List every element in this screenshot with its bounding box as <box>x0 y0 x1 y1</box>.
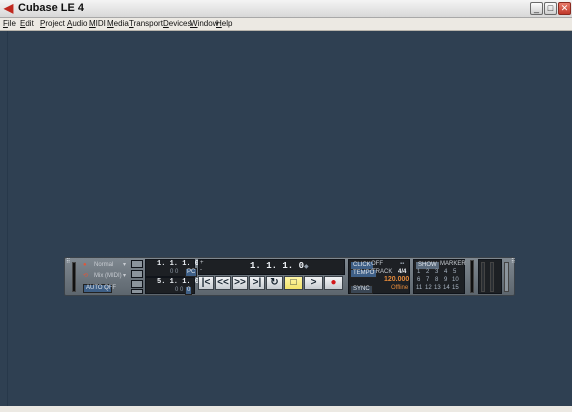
menu-help[interactable]: Help <box>216 19 232 29</box>
position-up-icon[interactable]: + <box>200 260 204 267</box>
menu-edit[interactable]: Edit <box>20 19 34 29</box>
marker-3[interactable]: 3 <box>435 269 438 276</box>
output-meter-left <box>470 260 474 293</box>
marker-4[interactable]: 4 <box>444 269 447 276</box>
menu-media[interactable]: Media <box>107 19 129 29</box>
record-mode-icon: ● <box>83 262 87 268</box>
record-button[interactable]: ● <box>324 276 343 290</box>
click-value: OFF <box>371 261 383 267</box>
click-settings-icon[interactable]: ▪▪ <box>400 261 404 268</box>
go-to-start-button[interactable]: |< <box>198 276 214 290</box>
play-button[interactable]: > <box>304 276 323 290</box>
marker-2[interactable]: 2 <box>426 269 429 276</box>
sync-status: Offline <box>391 285 409 291</box>
menu-devices[interactable]: Devices <box>163 19 191 29</box>
punch-in-button[interactable] <box>131 260 143 268</box>
fast-forward-button[interactable]: >> <box>232 276 248 290</box>
output-level-slider[interactable] <box>504 262 509 292</box>
right-locator-sub: 0 0 <box>175 287 184 293</box>
right-locator-value[interactable]: 5. 1. 1. 0 <box>157 278 199 286</box>
go-to-end-button[interactable]: >| <box>249 276 265 290</box>
window-titlebar[interactable]: ◀ Cubase LE 4 _ □ ✕ <box>0 0 572 18</box>
cycle-mode-arrow-icon: ▾ <box>123 273 127 279</box>
punch-out-button[interactable] <box>131 270 143 278</box>
position-down-icon[interactable]: - <box>200 267 202 274</box>
marker-7[interactable]: 7 <box>426 277 429 284</box>
marker-12[interactable]: 12 <box>425 285 432 292</box>
rewind-button[interactable]: << <box>215 276 231 290</box>
minimize-button[interactable]: _ <box>530 2 543 15</box>
post-roll-button[interactable]: 0 <box>185 286 193 295</box>
marker-8[interactable]: 8 <box>435 277 438 284</box>
menu-transport[interactable]: Transport <box>129 19 163 29</box>
marker-1[interactable]: 1 <box>417 269 420 276</box>
left-locator-value[interactable]: 1. 1. 1. 0 <box>157 260 199 268</box>
cycle-mode-icon: ⟲ <box>83 273 89 279</box>
menu-project[interactable]: Project <box>40 19 65 29</box>
pencil-button[interactable] <box>131 289 143 294</box>
time-format-icon[interactable]: ◆ <box>304 264 309 271</box>
menu-window[interactable]: Window <box>190 19 218 29</box>
menu-midi[interactable]: MIDI <box>89 19 106 29</box>
sync-button[interactable]: SYNC <box>350 285 373 294</box>
marker-10[interactable]: 10 <box>452 277 459 284</box>
cycle-button[interactable]: ↻ <box>266 276 283 290</box>
marker-9[interactable]: 9 <box>444 277 447 284</box>
pre-roll-button[interactable]: PC <box>185 268 198 277</box>
cycle-mode-select[interactable]: Mix (MIDI) <box>94 273 122 280</box>
cubase-app-icon: ◀ <box>4 1 14 15</box>
tempo-mode[interactable]: TRACK <box>372 269 392 276</box>
menubar: File Edit Project Audio MIDI Media Trans… <box>0 18 572 31</box>
panel-grip-icon[interactable]: ⠿ <box>66 259 70 266</box>
marker-11[interactable]: 11 <box>416 285 422 292</box>
tempo-value[interactable]: 120.000 <box>384 276 409 283</box>
input-meter <box>72 262 76 292</box>
project-workspace <box>7 31 572 407</box>
menu-file[interactable]: File <box>3 19 16 29</box>
marker-13[interactable]: 13 <box>434 285 441 292</box>
cycle-toggle-button[interactable] <box>131 280 143 288</box>
marker-6[interactable]: 6 <box>417 277 420 284</box>
status-strip <box>0 406 572 412</box>
time-signature[interactable]: 4/4 <box>398 269 406 276</box>
marker-14[interactable]: 14 <box>443 285 450 292</box>
maximize-button[interactable]: □ <box>544 2 557 15</box>
panel-end-grip-icon[interactable]: ⠿ <box>511 259 515 266</box>
left-locator-sub: 0 0 <box>170 269 179 275</box>
record-mode-select[interactable]: Normal <box>94 262 113 269</box>
position-value[interactable]: 1. 1. 1. 0 <box>250 261 304 271</box>
record-mode-arrow-icon: ▾ <box>123 262 127 268</box>
stop-button[interactable]: □ <box>284 276 303 290</box>
window-title: Cubase LE 4 <box>18 2 85 14</box>
marker-5[interactable]: 5 <box>453 269 456 276</box>
output-meter-bar-2 <box>490 262 494 292</box>
auto-quantize-value[interactable]: OFF <box>104 285 116 292</box>
marker-15[interactable]: 15 <box>452 285 459 292</box>
menu-audio[interactable]: Audio <box>67 19 87 29</box>
close-button[interactable]: ✕ <box>558 2 571 15</box>
marker-title: MARKER <box>440 261 466 267</box>
output-meter-bar-1 <box>481 262 485 292</box>
